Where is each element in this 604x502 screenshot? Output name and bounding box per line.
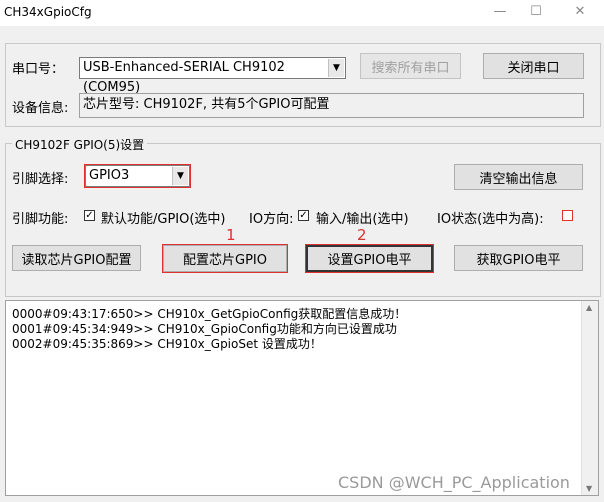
close-icon[interactable]: ✕: [570, 3, 590, 21]
minimize-icon[interactable]: —: [490, 3, 510, 21]
io-direction-label: IO方向:: [249, 212, 294, 227]
set-level-button[interactable]: 设置GPIO电平: [305, 244, 434, 273]
log-line: 0000#09:43:17:650>> CH910x_GetGpioConfig…: [12, 307, 407, 321]
pin-select-label: 引脚选择:: [12, 172, 69, 187]
window-title: CH34xGpioCfg: [4, 5, 92, 19]
io-direction-checkbox[interactable]: ✓: [298, 210, 309, 221]
get-level-button[interactable]: 获取GPIO电平: [454, 245, 583, 271]
configure-gpio-button[interactable]: 配置芯片GPIO: [162, 244, 288, 273]
annotation-2: 2: [357, 226, 367, 244]
device-info-field: 芯片型号: CH9102F, 共有5个GPIO可配置: [79, 93, 584, 118]
io-state-checkbox[interactable]: [562, 210, 573, 221]
io-state-label: IO状态(选中为高):: [437, 212, 544, 227]
read-config-button[interactable]: 读取芯片GPIO配置: [12, 245, 141, 271]
gpio-group-title: CH9102F GPIO(5)设置: [12, 136, 148, 153]
port-label: 串口号：: [12, 62, 65, 77]
close-port-button[interactable]: 关闭串口: [483, 53, 584, 79]
output-log[interactable]: 0000#09:43:17:650>> CH910x_GetGpioConfig…: [5, 300, 599, 496]
clear-output-button[interactable]: 清空输出信息: [454, 164, 583, 190]
default-function-checkbox[interactable]: ✓: [84, 210, 95, 221]
port-combobox[interactable]: USB-Enhanced-SERIAL CH9102 (COM95) ▼: [79, 57, 346, 95]
pin-combobox[interactable]: GPIO3 ▼: [84, 164, 191, 188]
pin-function-label: 引脚功能:: [12, 212, 69, 227]
log-line: 0002#09:45:35:869>> CH910x_GpioSet 设置成功！: [12, 337, 322, 351]
maximize-icon[interactable]: ☐: [526, 3, 546, 21]
pin-selected-value: GPIO3: [89, 168, 130, 183]
chevron-down-icon[interactable]: ▼: [172, 167, 188, 185]
log-line: 0001#09:45:34:949>> CH910x_GpioConfig功能和…: [12, 322, 397, 336]
vertical-scrollbar[interactable]: ▲ ▼: [581, 301, 598, 495]
scroll-up-icon[interactable]: ▲: [586, 303, 592, 312]
title-bar: CH34xGpioCfg — ☐ ✕: [0, 0, 604, 26]
device-info-label: 设备信息:: [12, 101, 69, 116]
io-direction-value: 输入/输出(选中): [316, 212, 409, 227]
scroll-down-icon[interactable]: ▼: [586, 484, 592, 493]
chevron-down-icon[interactable]: ▼: [328, 59, 344, 77]
watermark: CSDN @WCH_PC_Application: [338, 473, 570, 492]
annotation-1: 1: [226, 226, 236, 244]
log-lines: 0000#09:43:17:650>> CH910x_GetGpioConfig…: [12, 307, 406, 352]
default-function-label: 默认功能/GPIO(选中): [101, 212, 226, 227]
search-ports-button[interactable]: 搜索所有串口: [360, 53, 461, 79]
